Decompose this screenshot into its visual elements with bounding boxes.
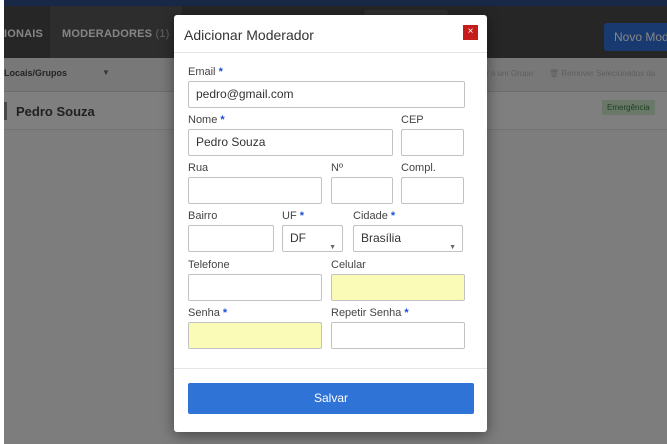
uf-label-text: UF <box>282 210 297 222</box>
close-icon[interactable]: × <box>463 25 478 40</box>
street-label: Rua <box>188 162 209 174</box>
required-marker: * <box>220 114 225 126</box>
mobile-field[interactable] <box>331 274 465 301</box>
save-button[interactable]: Salvar <box>188 383 474 414</box>
repeat-password-label: Repetir Senha * <box>331 307 409 319</box>
mobile-label: Celular <box>331 259 366 271</box>
city-select[interactable]: Brasília ▼ <box>353 225 463 252</box>
email-field[interactable]: pedro@gmail.com <box>188 81 465 108</box>
uf-label: UF * <box>282 210 304 222</box>
street-field[interactable] <box>188 177 322 204</box>
number-field[interactable] <box>331 177 393 204</box>
modal-header: Adicionar Moderador × <box>174 15 487 53</box>
required-marker: * <box>222 307 228 319</box>
cep-label: CEP <box>401 114 424 126</box>
uf-select[interactable]: DF ▼ <box>282 225 343 252</box>
name-label-text: Nome <box>188 114 218 126</box>
phone-field[interactable] <box>188 274 322 301</box>
number-label: Nº <box>331 162 343 174</box>
name-field[interactable]: Pedro Souza <box>188 129 393 156</box>
modal-title: Adicionar Moderador <box>184 27 314 43</box>
name-label: Nome * <box>188 114 225 126</box>
city-label: Cidade * <box>353 210 395 222</box>
required-marker: * <box>218 66 223 78</box>
password-field[interactable] <box>188 322 322 349</box>
required-marker: * <box>390 210 396 222</box>
password-label-text: Senha <box>188 307 220 319</box>
password-label: Senha * <box>188 307 227 319</box>
repeat-password-field[interactable] <box>331 322 465 349</box>
cep-field[interactable] <box>401 129 464 156</box>
add-moderator-modal: Adicionar Moderador × Email * pedro@gmai… <box>174 15 487 432</box>
city-selected-value: Brasília <box>361 231 402 245</box>
email-label-text: Email <box>188 66 216 78</box>
chevron-down-icon: ▼ <box>329 244 336 251</box>
repeat-password-label-text: Repetir Senha <box>331 307 402 319</box>
uf-selected-value: DF <box>290 231 306 245</box>
neighborhood-field[interactable] <box>188 225 274 252</box>
complement-label: Compl. <box>401 162 436 174</box>
phone-label: Telefone <box>188 259 230 271</box>
complement-field[interactable] <box>401 177 464 204</box>
required-marker: * <box>404 307 409 319</box>
email-label: Email * <box>188 66 223 78</box>
neighborhood-label: Bairro <box>188 210 218 222</box>
city-label-text: Cidade <box>353 210 388 222</box>
chevron-down-icon: ▼ <box>449 244 456 251</box>
required-marker: * <box>299 210 305 222</box>
modal-footer-divider <box>174 368 487 369</box>
